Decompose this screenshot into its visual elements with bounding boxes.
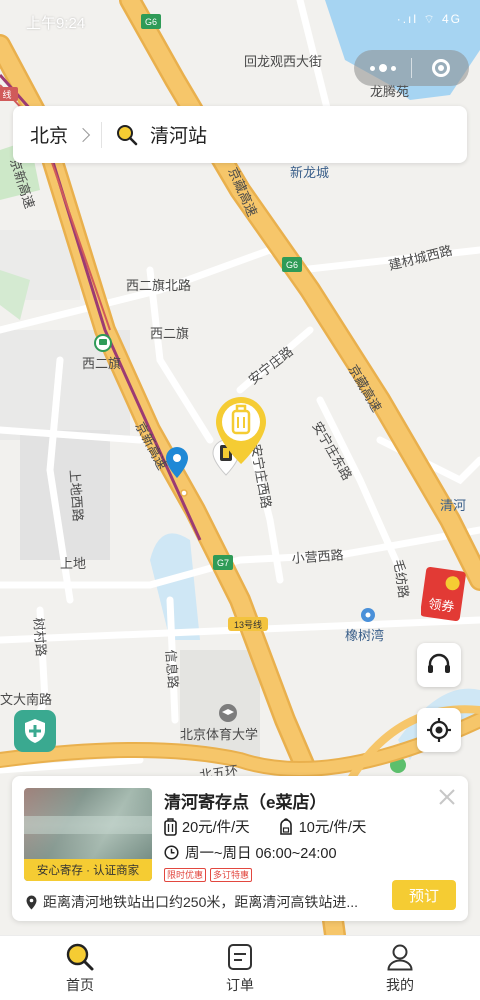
address-text: 距离清河地铁站出口约250米，距离清河高铁站进... — [43, 894, 359, 910]
status-indicators: ·.ıl ⌔ 4G — [396, 12, 462, 26]
address: 距离清河地铁站出口约250米，距离清河高铁站进... — [26, 892, 376, 912]
search-input[interactable]: 清河站 — [102, 106, 467, 163]
coupon-button[interactable]: 领券 — [420, 566, 471, 623]
store-photo: 安心寄存 · 认证商家 — [24, 788, 152, 881]
map-label: 北京体育大学 — [180, 727, 258, 743]
tab-label: 首页 — [66, 977, 94, 993]
promo-tag: 限时优惠 — [164, 868, 207, 882]
svg-text:13号线: 13号线 — [234, 619, 262, 630]
map-label: 信息路 — [162, 649, 181, 689]
customer-service-button[interactable] — [417, 643, 461, 687]
map-label: 西二旗 — [82, 356, 121, 372]
city-name: 北京 — [30, 126, 69, 147]
order-icon — [228, 944, 252, 970]
tab-profile[interactable]: 我的 — [320, 936, 480, 1000]
insurance-shield-button[interactable] — [14, 710, 56, 752]
close-icon[interactable] — [436, 786, 458, 808]
tab-label: 我的 — [386, 977, 414, 993]
bottom-tab-bar: 首页 订单 我的 — [0, 935, 480, 1000]
svg-text:G6: G6 — [286, 260, 298, 270]
certified-badge: 安心寄存 · 认证商家 — [24, 859, 152, 881]
tab-orders[interactable]: 订单 — [160, 936, 320, 1000]
tab-home[interactable]: 首页 — [0, 936, 160, 1000]
school-icon — [219, 704, 237, 722]
poi-icon — [361, 608, 375, 622]
backpack-icon — [279, 817, 292, 835]
search-query: 清河站 — [150, 126, 208, 147]
chevron-right-icon — [75, 127, 91, 142]
status-time: 上午9:24 — [26, 15, 86, 32]
price-small-luggage: 10元/件/天 — [298, 820, 367, 836]
map-label: 文大南路 — [0, 692, 52, 708]
headset-icon — [428, 653, 450, 673]
map-label: 龙腾苑 — [370, 84, 409, 100]
more-menu-button[interactable] — [354, 50, 411, 86]
g6-shield-mid: G6 — [282, 257, 302, 272]
city-selector[interactable]: 北京 — [13, 106, 101, 163]
subway-station-icon — [94, 334, 112, 352]
map-label: 橡树湾 — [345, 628, 384, 644]
promo-tags: 限时优惠 多订特惠 — [164, 868, 253, 882]
map-label: 清河 — [440, 499, 466, 514]
map-label: 上地 — [60, 557, 86, 572]
storage-info-card[interactable]: 安心寄存 · 认证商家 清河寄存点（e菜店） 20元/件/天 10元/件/天 周… — [12, 776, 468, 921]
search-bar: 北京 清河站 — [13, 106, 467, 163]
search-icon — [66, 943, 94, 971]
suitcase-icon — [164, 817, 177, 836]
search-icon — [117, 124, 138, 145]
close-miniprogram-button[interactable] — [412, 50, 469, 86]
tab-label: 订单 — [226, 977, 254, 993]
crosshair-icon — [427, 718, 451, 742]
svg-text:G7: G7 — [217, 558, 229, 568]
book-button[interactable]: 预订 — [392, 880, 456, 910]
location-pin-icon — [26, 895, 37, 909]
price-row: 20元/件/天 10元/件/天 — [164, 816, 394, 837]
svg-text:线: 线 — [2, 89, 11, 100]
line-edge-label: 线 — [0, 87, 18, 101]
line13-label: 13号线 — [228, 617, 268, 631]
locate-me-button[interactable] — [417, 708, 461, 752]
g7-shield: G7 — [213, 555, 233, 570]
hours-text: 周一~周日 06:00~24:00 — [185, 846, 337, 862]
clock-icon — [164, 845, 179, 860]
promo-tag: 多订特惠 — [210, 868, 253, 882]
store-title: 清河寄存点（e菜店） — [164, 793, 327, 812]
mini-program-capsule — [354, 50, 469, 86]
shield-plus-icon — [25, 719, 45, 743]
price-large-luggage: 20元/件/天 — [182, 820, 250, 836]
status-bar: 上午9:24 ·.ıl ⌔ 4G — [0, 0, 480, 40]
map-label: 西二旗 — [150, 326, 189, 342]
opening-hours: 周一~周日 06:00~24:00 — [164, 842, 337, 863]
user-icon — [387, 944, 413, 971]
map-label: 新龙城 — [290, 165, 329, 181]
map-label: 西二旗北路 — [126, 278, 191, 294]
target-icon — [431, 59, 450, 77]
map-label: 树村路 — [30, 617, 49, 657]
map-label: 回龙观西大街 — [244, 55, 322, 70]
